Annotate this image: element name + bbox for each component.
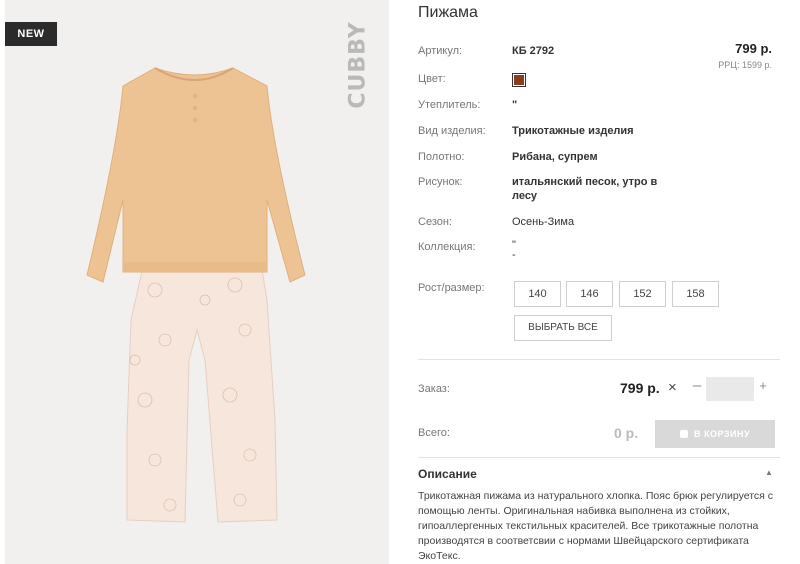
color-swatch[interactable] <box>512 73 526 87</box>
article-value: КБ 2792 <box>512 45 555 57</box>
decrement-button[interactable]: – <box>690 377 704 394</box>
quantity-input[interactable] <box>706 377 754 401</box>
product-photo[interactable]: NEW CUBBY <box>5 0 389 564</box>
fabric-value: Рибана, супрем <box>512 151 598 163</box>
insulation-value: " <box>512 99 518 111</box>
total-label: Всего: <box>418 427 450 439</box>
collection-value-line2: - <box>512 249 516 261</box>
pattern-value-line2: лесу <box>512 190 538 202</box>
product-title: Пижама <box>418 4 478 21</box>
pattern-label: Рисунок: <box>418 176 463 188</box>
size-option-152[interactable]: 152 <box>619 281 666 307</box>
size-option-140[interactable]: 140 <box>514 281 561 307</box>
add-to-cart-label: В КОРЗИНУ <box>693 429 751 439</box>
brand-logo: CUBBY <box>345 21 371 109</box>
size-option-146[interactable]: 146 <box>566 281 613 307</box>
divider <box>418 359 780 360</box>
season-label: Сезон: <box>418 216 452 228</box>
rrp-price: РРЦ: 1599 р. <box>718 60 772 70</box>
pattern-value-line1: итальянский песок, утро в <box>512 176 658 188</box>
pajama-illustration <box>86 67 306 523</box>
type-label: Вид изделия: <box>418 125 486 137</box>
times-icon: × <box>668 379 677 396</box>
increment-button[interactable]: + <box>756 378 770 393</box>
order-label: Заказ: <box>418 383 450 395</box>
fabric-label: Полотно: <box>418 151 465 163</box>
order-price: 799 р. <box>620 380 660 396</box>
season-value: Осень-Зима <box>512 216 575 228</box>
collection-label: Коллекция: <box>418 241 476 253</box>
product-price: 799 р. <box>735 41 772 56</box>
description-heading[interactable]: Описание <box>418 467 477 481</box>
insulation-label: Утеплитель: <box>418 99 481 111</box>
color-swatch-fill <box>514 75 524 85</box>
type-value: Трикотажные изделия <box>512 125 634 137</box>
divider <box>418 457 780 458</box>
size-label: Рост/размер: <box>418 282 485 294</box>
total-value: 0 р. <box>614 425 639 441</box>
color-label: Цвет: <box>418 73 446 85</box>
cart-icon <box>679 430 688 438</box>
caret-up-icon[interactable]: ▲ <box>765 468 773 477</box>
add-to-cart-button[interactable]: В КОРЗИНУ <box>655 420 775 448</box>
size-option-158[interactable]: 158 <box>672 281 719 307</box>
article-label: Артикул: <box>418 45 463 57</box>
description-text: Трикотажная пижама из натурального хлопк… <box>418 490 774 562</box>
select-all-sizes-button[interactable]: ВЫБРАТЬ ВСЕ <box>514 315 612 341</box>
new-badge: NEW <box>5 22 57 46</box>
